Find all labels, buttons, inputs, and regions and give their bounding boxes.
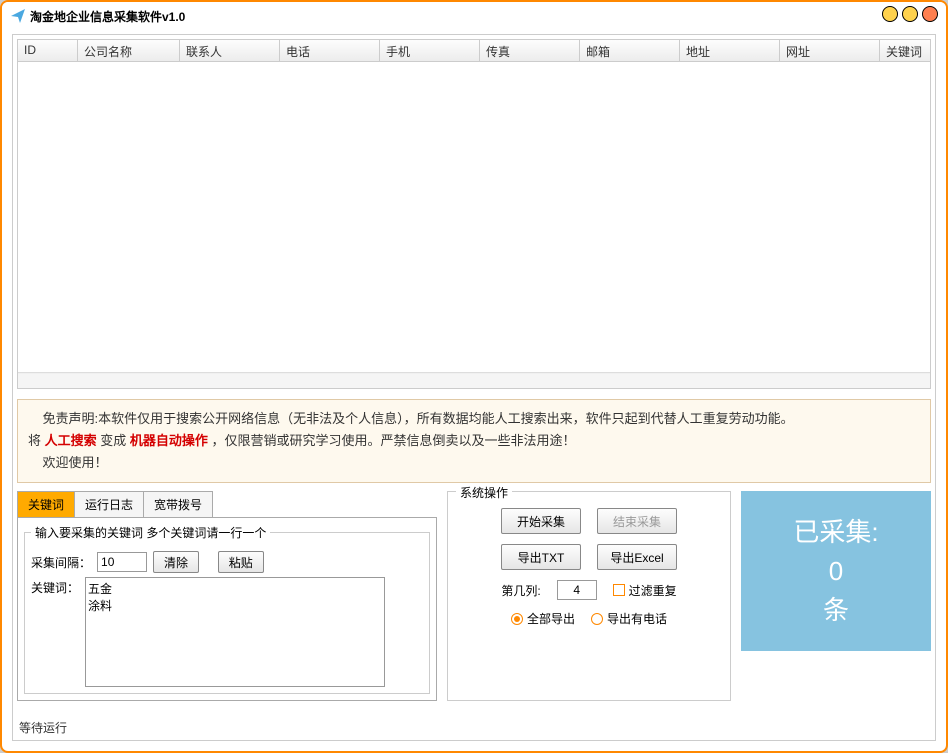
tab-keyword[interactable]: 关键词 (17, 491, 75, 517)
export-all-radio[interactable]: 全部导出 (511, 610, 575, 627)
titlebar: 淘金地企业信息采集软件v1.0 (2, 2, 946, 30)
notice-red1: 人工搜索 (45, 433, 97, 448)
col-mobile[interactable]: 手机 (380, 40, 480, 61)
clear-button[interactable]: 清除 (153, 551, 199, 573)
tab-log[interactable]: 运行日志 (75, 491, 144, 517)
table-header: ID 公司名称 联系人 电话 手机 传真 邮箱 地址 网址 关键词 (18, 40, 930, 62)
export-phone-radio[interactable]: 导出有电话 (591, 610, 667, 627)
col-email[interactable]: 邮箱 (580, 40, 680, 61)
stop-collect-button[interactable]: 结束采集 (597, 508, 677, 534)
keyword-textarea[interactable] (85, 577, 385, 687)
notice-line3: 欢迎使用！ (42, 455, 107, 470)
export-txt-button[interactable]: 导出TXT (501, 544, 581, 570)
keyword-hint: 输入要采集的关键词 多个关键词请一行一个 (31, 524, 270, 541)
tabpanel-keyword: 输入要采集的关键词 多个关键词请一行一个 采集间隔： 清除 粘贴 关键词： (17, 517, 437, 701)
column-input[interactable] (557, 580, 597, 600)
tab-dial[interactable]: 宽带拨号 (144, 491, 213, 517)
tabs: 关键词 运行日志 宽带拨号 (17, 491, 437, 517)
paste-button[interactable]: 粘贴 (218, 551, 264, 573)
col-url[interactable]: 网址 (780, 40, 880, 61)
col-fax[interactable]: 传真 (480, 40, 580, 61)
app-icon (10, 8, 26, 24)
col-id[interactable]: ID (18, 40, 78, 61)
notice-red2: 机器自动操作 (130, 433, 208, 448)
interval-input[interactable] (97, 552, 147, 572)
close-button[interactable] (922, 6, 938, 22)
results-table: ID 公司名称 联系人 电话 手机 传真 邮箱 地址 网址 关键词 (17, 39, 931, 389)
start-collect-button[interactable]: 开始采集 (501, 508, 581, 534)
status-bar: 等待运行 (19, 719, 67, 736)
disclaimer-notice: 免责声明:本软件仅用于搜索公开网络信息（无非法及个人信息），所有数据均能人工搜索… (17, 399, 931, 483)
col-contact[interactable]: 联系人 (180, 40, 280, 61)
notice-line1: 免责声明:本软件仅用于搜索公开网络信息（无非法及个人信息），所有数据均能人工搜索… (42, 411, 793, 426)
interval-label: 采集间隔： (31, 554, 91, 571)
maximize-button[interactable] (902, 6, 918, 22)
counter-label-top: 已采集: (793, 513, 878, 552)
col-company[interactable]: 公司名称 (78, 40, 180, 61)
sysop-title: 系统操作 (456, 484, 512, 501)
counter-value: 0 (829, 552, 843, 591)
horizontal-scrollbar[interactable] (18, 372, 930, 388)
counter-label-bottom: 条 (823, 591, 849, 630)
collected-counter: 已采集: 0 条 (741, 491, 931, 651)
col-phone[interactable]: 电话 (280, 40, 380, 61)
column-label: 第几列: (501, 582, 540, 599)
window-title: 淘金地企业信息采集软件v1.0 (30, 8, 185, 25)
export-excel-button[interactable]: 导出Excel (597, 544, 677, 570)
system-operations: 系统操作 开始采集 结束采集 导出TXT 导出Excel 第几列: 过滤重复 (447, 491, 731, 701)
filter-duplicate-checkbox[interactable]: 过滤重复 (613, 582, 677, 599)
minimize-button[interactable] (882, 6, 898, 22)
col-keyword[interactable]: 关键词 (880, 40, 930, 61)
col-address[interactable]: 地址 (680, 40, 780, 61)
keyword-label: 关键词： (31, 577, 79, 596)
